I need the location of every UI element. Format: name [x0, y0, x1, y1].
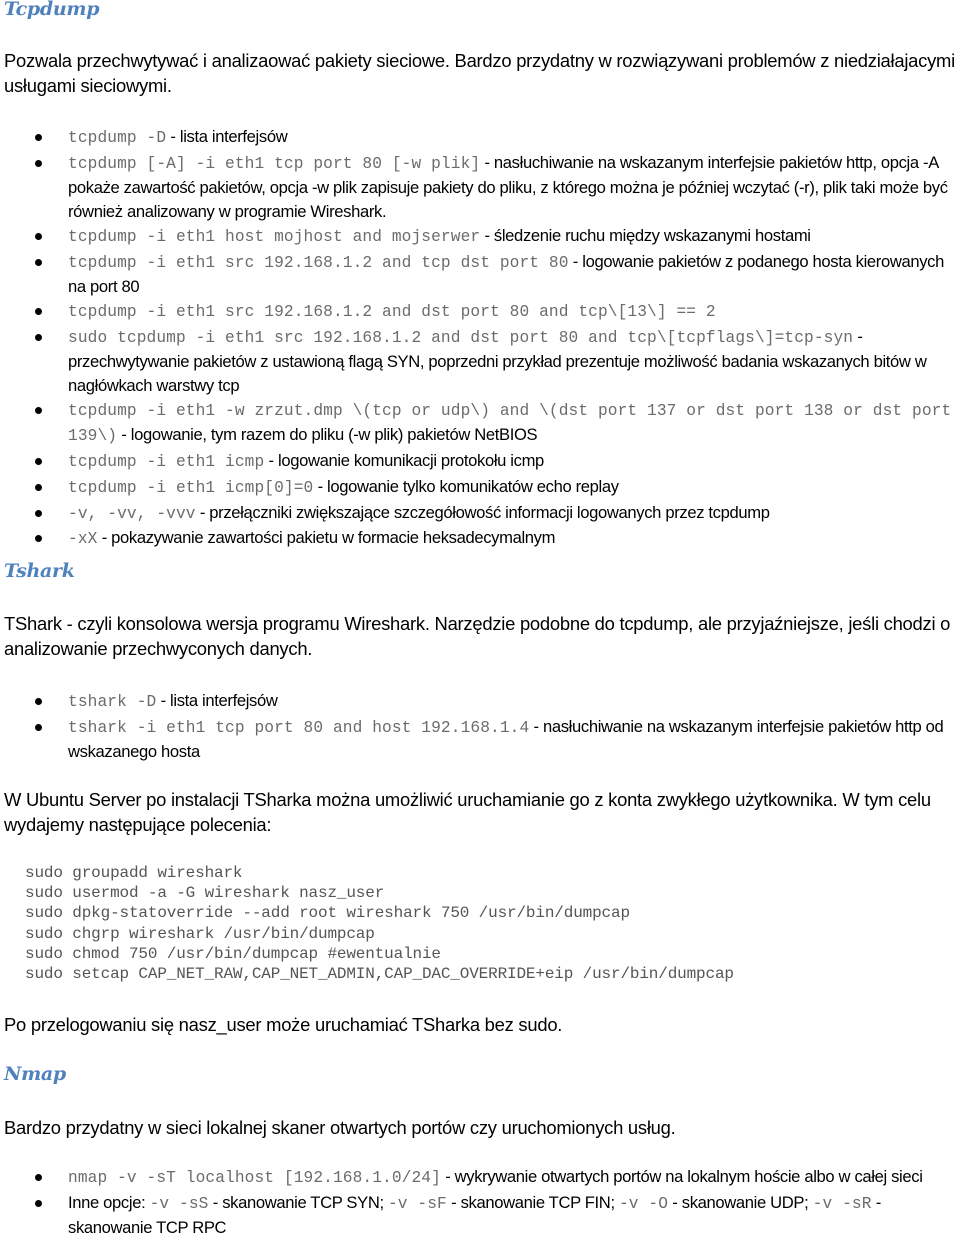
tshark-command-list: tshark -D - lista interfejsów tshark -i … [4, 689, 960, 764]
nmap-command-list: nmap -v -sT localhost [192.168.1.0/24] -… [4, 1165, 960, 1240]
heading-tcpdump: Tcpdump [4, 0, 100, 20]
list-item: tcpdump -D - lista interfejsów [4, 125, 960, 151]
command-description: - lista interfejsów [156, 691, 278, 710]
bullet-icon [35, 333, 42, 341]
setup-commands-block: sudo groupadd wireshark sudo usermod -a -… [25, 863, 734, 984]
options-prefix: Inne opcje: [68, 1192, 150, 1212]
bullet-icon [35, 134, 42, 141]
list-item: tshark -D - lista interfejsów [4, 689, 960, 715]
option-code: -v -sS [149, 1194, 209, 1213]
bullet-icon [35, 307, 42, 315]
command-description: - wykrywanie otwartych portów na lokalny… [440, 1167, 923, 1186]
command-code: tcpdump -i eth1 icmp [68, 453, 265, 472]
command-code: tcpdump -i eth1 src 192.168.1.2 and dst … [68, 302, 716, 321]
bullet-icon [35, 159, 42, 167]
command-code: -xX [68, 530, 98, 549]
list-item: tcpdump -i eth1 icmp[0]=0 - logowanie ty… [4, 475, 960, 501]
setup-command-line: sudo setcap CAP_NET_RAW,CAP_NET_ADMIN,CA… [25, 965, 734, 984]
command-code: -v, -vv, -vvv [68, 504, 196, 523]
command-description: - przełączniki zwiększające szczegółowoś… [195, 502, 770, 522]
list-item: sudo tcpdump -i eth1 src 192.168.1.2 and… [4, 325, 960, 398]
list-item: -v, -vv, -vvv - przełączniki zwiększając… [4, 501, 960, 527]
bullet-icon [35, 1199, 42, 1207]
bullet-icon [35, 698, 42, 705]
list-item: -xX - pokazywanie zawartości pakietu w f… [4, 526, 960, 552]
heading-nmap: Nmap [4, 1063, 66, 1085]
command-code: nmap -v -sT localhost [192.168.1.0/24] [68, 1169, 441, 1187]
setup-command-line: sudo chgrp wireshark /usr/bin/dumpcap [25, 924, 375, 943]
setup-command-line: sudo groupadd wireshark [25, 864, 243, 882]
command-description: - pokazywanie zawartości pakietu w forma… [97, 528, 556, 548]
bullet-icon [35, 535, 42, 543]
option-description: - skanowanie UDP; [668, 1192, 813, 1212]
list-item: tcpdump -i eth1 host mojhost and mojserw… [4, 224, 960, 250]
list-item: tcpdump -i eth1 icmp - logowanie komunik… [4, 449, 960, 475]
command-code: tcpdump -i eth1 src 192.168.1.2 and tcp … [68, 253, 569, 272]
command-code: sudo tcpdump -i eth1 src 192.168.1.2 and… [68, 328, 854, 347]
bullet-icon [35, 406, 42, 414]
list-item: tcpdump [-A] -i eth1 tcp port 80 [-w pli… [4, 151, 960, 224]
list-item: nmap -v -sT localhost [192.168.1.0/24] -… [4, 1165, 960, 1191]
ubuntu-note: W Ubuntu Server po instalacji TSharka mo… [4, 789, 931, 835]
command-description: - logowanie tylko komunikatów echo repla… [313, 476, 619, 496]
command-description: - logowanie, tym razem do pliku (-w plik… [117, 425, 538, 445]
list-item-other-options: Inne opcje: -v -sS - skanowanie TCP SYN;… [4, 1191, 960, 1240]
command-code: tshark -D [68, 693, 157, 711]
after-login-note: Po przelogowaniu się nasz_user może uruc… [4, 1014, 563, 1035]
command-description: - logowanie komunikacji protokołu icmp [264, 451, 545, 471]
option-code: -v -sF [387, 1194, 447, 1213]
option-description: - skanowanie TCP FIN; [446, 1192, 619, 1212]
bullet-icon [35, 483, 42, 491]
command-code: tcpdump [-A] -i eth1 tcp port 80 [-w pli… [68, 154, 481, 173]
command-code: tcpdump -D [68, 129, 167, 147]
bullet-icon [35, 723, 42, 731]
list-item: tshark -i eth1 tcp port 80 and host 192.… [4, 715, 960, 764]
bullet-icon [35, 458, 42, 466]
bullet-icon [35, 232, 42, 240]
heading-tshark: Tshark [4, 560, 75, 582]
setup-command-line: sudo dpkg-statoverride --add root wiresh… [25, 904, 630, 923]
bullet-icon [35, 509, 42, 517]
command-code: tcpdump -i eth1 host mojhost and mojserw… [68, 227, 481, 246]
command-description: - śledzenie ruchu między wskazanymi host… [480, 225, 811, 245]
tcpdump-command-list: tcpdump -D - lista interfejsów tcpdump [… [4, 125, 960, 552]
bullet-icon [35, 1174, 42, 1181]
list-item: tcpdump -i eth1 src 192.168.1.2 and tcp … [4, 250, 960, 299]
nmap-intro: Bardzo przydatny w sieci lokalnej skaner… [4, 1117, 676, 1138]
tcpdump-intro: Pozwala przechwytywać i analizaować paki… [4, 50, 955, 96]
command-code: tshark -i eth1 tcp port 80 and host 192.… [68, 718, 530, 737]
option-code: -v -sR [812, 1194, 872, 1213]
list-item: tcpdump -i eth1 src 192.168.1.2 and dst … [4, 299, 960, 325]
list-item: tcpdump -i eth1 -w zrzut.dmp \(tcp or ud… [4, 398, 960, 449]
tshark-intro: TShark - czyli konsolowa wersja programu… [4, 613, 951, 659]
setup-command-line: sudo usermod -a -G wireshark nasz_user [25, 884, 385, 903]
setup-command-line: sudo chmod 750 /usr/bin/dumpcap #ewentua… [25, 944, 441, 963]
bullet-icon [35, 258, 42, 266]
command-description: - lista interfejsów [166, 127, 288, 146]
option-description: - skanowanie TCP SYN; [208, 1192, 388, 1212]
command-code: tcpdump -i eth1 icmp[0]=0 [68, 478, 314, 497]
option-code: -v -O [618, 1194, 669, 1213]
